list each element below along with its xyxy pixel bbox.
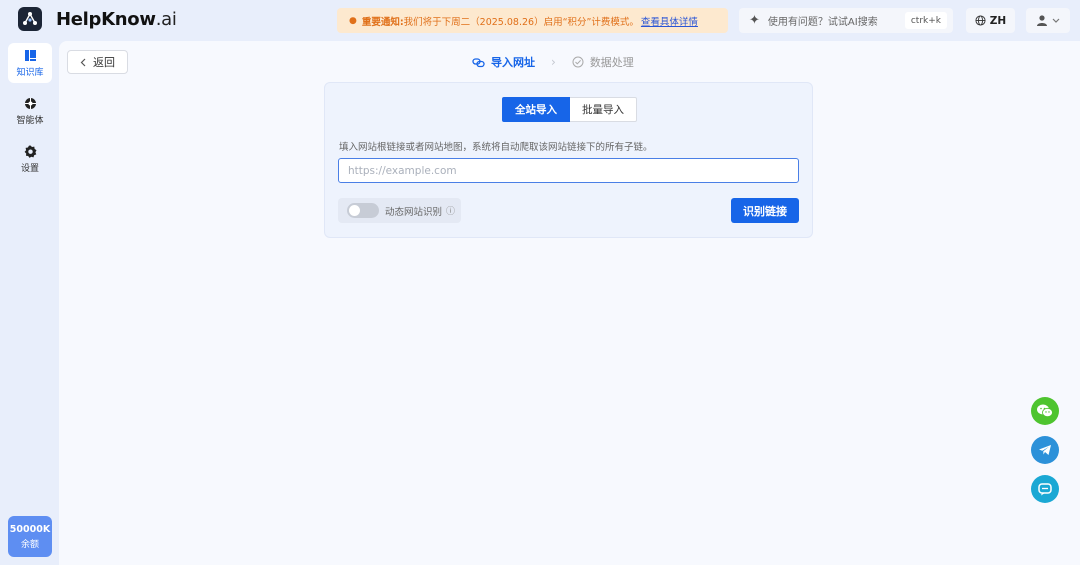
book-icon: [24, 48, 37, 62]
balance-badge[interactable]: 50000K 余额: [8, 516, 52, 557]
balance-amount: 50000K: [9, 523, 51, 535]
step-arrow-icon: ›: [551, 55, 556, 69]
notice-title: 重要通知:: [361, 16, 404, 28]
tab-batch-import[interactable]: 批量导入: [570, 97, 637, 122]
sidebar-item-knowledge-base[interactable]: 知识库: [8, 43, 52, 83]
tab-full-site-import[interactable]: 全站导入: [502, 97, 570, 122]
import-mode-tabs: 全站导入 批量导入: [502, 97, 637, 122]
step-indicator: 导入网址 › 数据处理: [472, 53, 634, 71]
chat-icon[interactable]: [1031, 475, 1059, 503]
sparkle-icon: ✦: [749, 13, 760, 28]
back-button[interactable]: 返回: [67, 50, 128, 74]
link-icon: [472, 57, 485, 67]
chevron-left-icon: [80, 58, 86, 66]
step-data-processing: 数据处理: [572, 54, 634, 70]
toggle-label: 动态网站识别: [385, 206, 443, 218]
balance-label: 余额: [20, 539, 39, 550]
user-icon: [1037, 15, 1047, 26]
agent-icon: [24, 96, 37, 110]
sidebar-item-label: 设置: [20, 164, 39, 174]
search-placeholder: 使用有问题？试试AI搜索: [767, 17, 878, 28]
dynamic-site-toggle-group: 动态网站识别 ⓘ: [338, 198, 461, 223]
url-hint-text: 填入网站根链接或者网站地图，系统将自动爬取该网站链接下的所有子链。: [339, 142, 653, 153]
help-icon[interactable]: ⓘ: [446, 204, 455, 217]
top-header: HelpKnow.ai ● 重要通知: 我们将于下周二（2025.08.26）启…: [0, 0, 1080, 40]
notice-message: 我们将于下周二（2025.08.26）启用“积分”计费模式。: [403, 16, 639, 28]
sidebar-item-agents[interactable]: 智能体: [8, 91, 52, 131]
logo-icon[interactable]: [18, 7, 42, 31]
globe-icon: [975, 15, 986, 26]
search-shortcut: ctrk+k: [904, 12, 947, 29]
ai-search-box[interactable]: ✦ 使用有问题？试试AI搜索 ctrk+k: [739, 8, 953, 33]
telegram-icon[interactable]: [1031, 436, 1059, 464]
chevron-down-icon: [1052, 18, 1060, 23]
language-label: ZH: [989, 14, 1007, 27]
main-panel: 返回 导入网址 › 数据处理 全站导入 批量导入 填入网站根链接或者网站地图，系…: [59, 41, 1080, 565]
gear-icon: [24, 144, 37, 158]
back-label: 返回: [93, 56, 115, 69]
step-import-url: 导入网址: [472, 54, 535, 70]
check-circle-icon: [572, 56, 584, 68]
url-input[interactable]: [338, 158, 799, 183]
user-menu-button[interactable]: [1026, 8, 1070, 33]
notice-banner: ● 重要通知: 我们将于下周二（2025.08.26）启用“积分”计费模式。 查…: [337, 8, 728, 33]
notice-details-link[interactable]: 查看具体详情: [641, 14, 698, 28]
detect-links-button[interactable]: 识别链接: [731, 198, 799, 223]
sidebar-item-label: 知识库: [16, 68, 44, 78]
brand-name[interactable]: HelpKnow.ai: [56, 9, 177, 30]
dynamic-site-toggle[interactable]: [347, 203, 379, 218]
sidebar-item-settings[interactable]: 设置: [8, 139, 52, 179]
wechat-icon[interactable]: [1031, 397, 1059, 425]
language-button[interactable]: ZH: [966, 8, 1015, 33]
import-card: 全站导入 批量导入 填入网站根链接或者网站地图，系统将自动爬取该网站链接下的所有…: [324, 82, 813, 238]
bell-icon: ●: [349, 15, 357, 26]
sidebar-item-label: 智能体: [16, 116, 44, 126]
